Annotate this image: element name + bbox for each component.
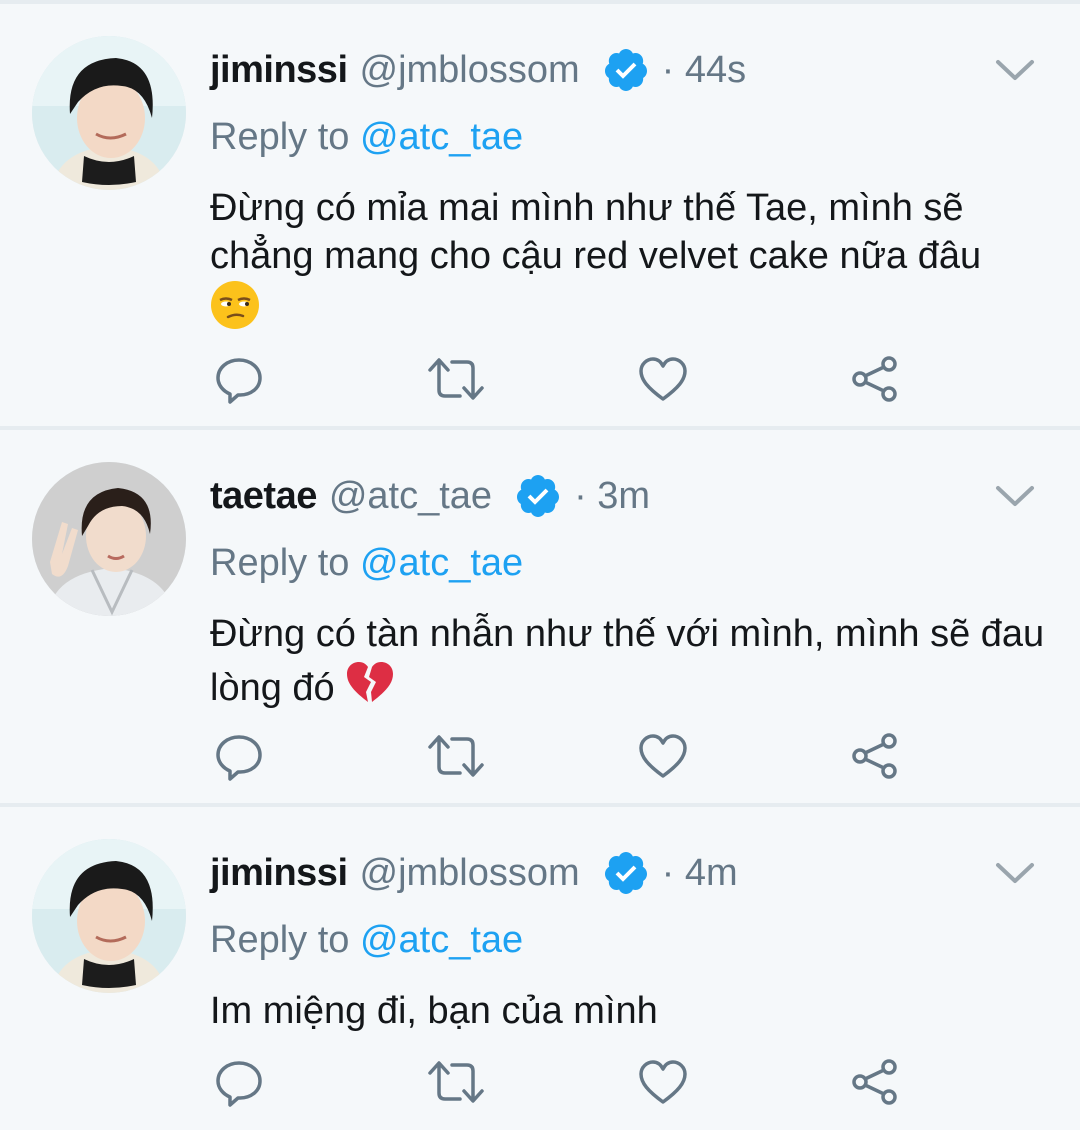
reply-label: Reply to [210,919,350,961]
tweet-header: jiminssi @jmblossom · 4m [210,845,738,901]
tweet-header: taetae @atc_tae · 3m [210,468,650,524]
avatar[interactable] [32,462,186,616]
share-button[interactable] [850,1057,900,1107]
verified-badge-icon [514,472,562,520]
retweet-icon [428,735,484,777]
reply-mention-link[interactable]: @atc_tae [360,116,523,158]
like-button[interactable] [638,1057,688,1107]
display-name[interactable]: taetae [210,475,317,518]
like-button[interactable] [638,354,688,404]
tweet-header: jiminssi @jmblossom · 44s [210,42,746,98]
tweet-actions [212,1057,912,1107]
retweet-icon [428,358,484,400]
tweet-actions [212,731,912,781]
speech-bubble-icon [216,735,262,781]
tweet-text: Đừng có mỉa mai mình như thế Tae, mình s… [210,184,1060,334]
share-button[interactable] [850,731,900,781]
reply-button[interactable] [214,1057,264,1107]
verified-badge-icon [602,46,650,94]
tweet-text-content: Đừng có tàn nhẫn như thế với mình, mình … [210,613,1045,709]
avatar[interactable] [32,36,186,190]
username[interactable]: @atc_tae [329,475,492,518]
speech-bubble-icon [216,358,262,404]
share-icon [852,1059,897,1105]
chevron-down-icon[interactable] [994,859,1036,887]
chevron-down-icon[interactable] [994,56,1036,84]
share-icon [852,733,897,779]
broken-heart-icon [345,658,395,708]
verified-badge-icon [602,849,650,897]
reply-button[interactable] [214,731,264,781]
display-name[interactable]: jiminssi [210,852,348,895]
retweet-button[interactable] [426,731,486,781]
reply-button[interactable] [214,354,264,404]
tweet-text: Đừng có tàn nhẫn như thế với mình, mình … [210,610,1060,712]
heart-icon [639,357,687,401]
username[interactable]: @jmblossom [360,49,580,92]
reply-mention-link[interactable]: @atc_tae [360,919,523,961]
tweet[interactable]: jiminssi @jmblossom · 44s Reply to @atc_… [0,4,1080,426]
tweet[interactable]: jiminssi @jmblossom · 4m Reply to @atc_t… [0,807,1080,1130]
share-icon [852,356,897,402]
retweet-button[interactable] [426,1057,486,1107]
reply-context: Reply to @atc_tae [210,116,523,159]
username[interactable]: @jmblossom [360,852,580,895]
timestamp[interactable]: · 4m [662,852,738,895]
reply-mention-link[interactable]: @atc_tae [360,542,523,584]
avatar[interactable] [32,839,186,993]
speech-bubble-icon [216,1061,262,1107]
reply-label: Reply to [210,542,350,584]
timestamp[interactable]: · 44s [662,49,746,92]
retweet-button[interactable] [426,354,486,404]
reply-label: Reply to [210,116,350,158]
tweet-text: Im miệng đi, bạn của mình [210,987,1060,1035]
unamused-face-icon [210,280,260,330]
like-button[interactable] [638,731,688,781]
reply-context: Reply to @atc_tae [210,919,523,962]
heart-icon [639,1060,687,1104]
tweet[interactable]: taetae @atc_tae · 3m Reply to @atc_tae Đ… [0,430,1080,803]
retweet-icon [428,1061,484,1103]
tweet-actions [212,354,912,404]
timestamp[interactable]: · 3m [574,475,650,518]
display-name[interactable]: jiminssi [210,49,348,92]
tweet-text-content: Đừng có mỉa mai mình như thế Tae, mình s… [210,187,982,277]
share-button[interactable] [850,354,900,404]
chevron-down-icon[interactable] [994,482,1036,510]
reply-context: Reply to @atc_tae [210,542,523,585]
tweet-text-content: Im miệng đi, bạn của mình [210,990,658,1032]
heart-icon [639,734,687,778]
